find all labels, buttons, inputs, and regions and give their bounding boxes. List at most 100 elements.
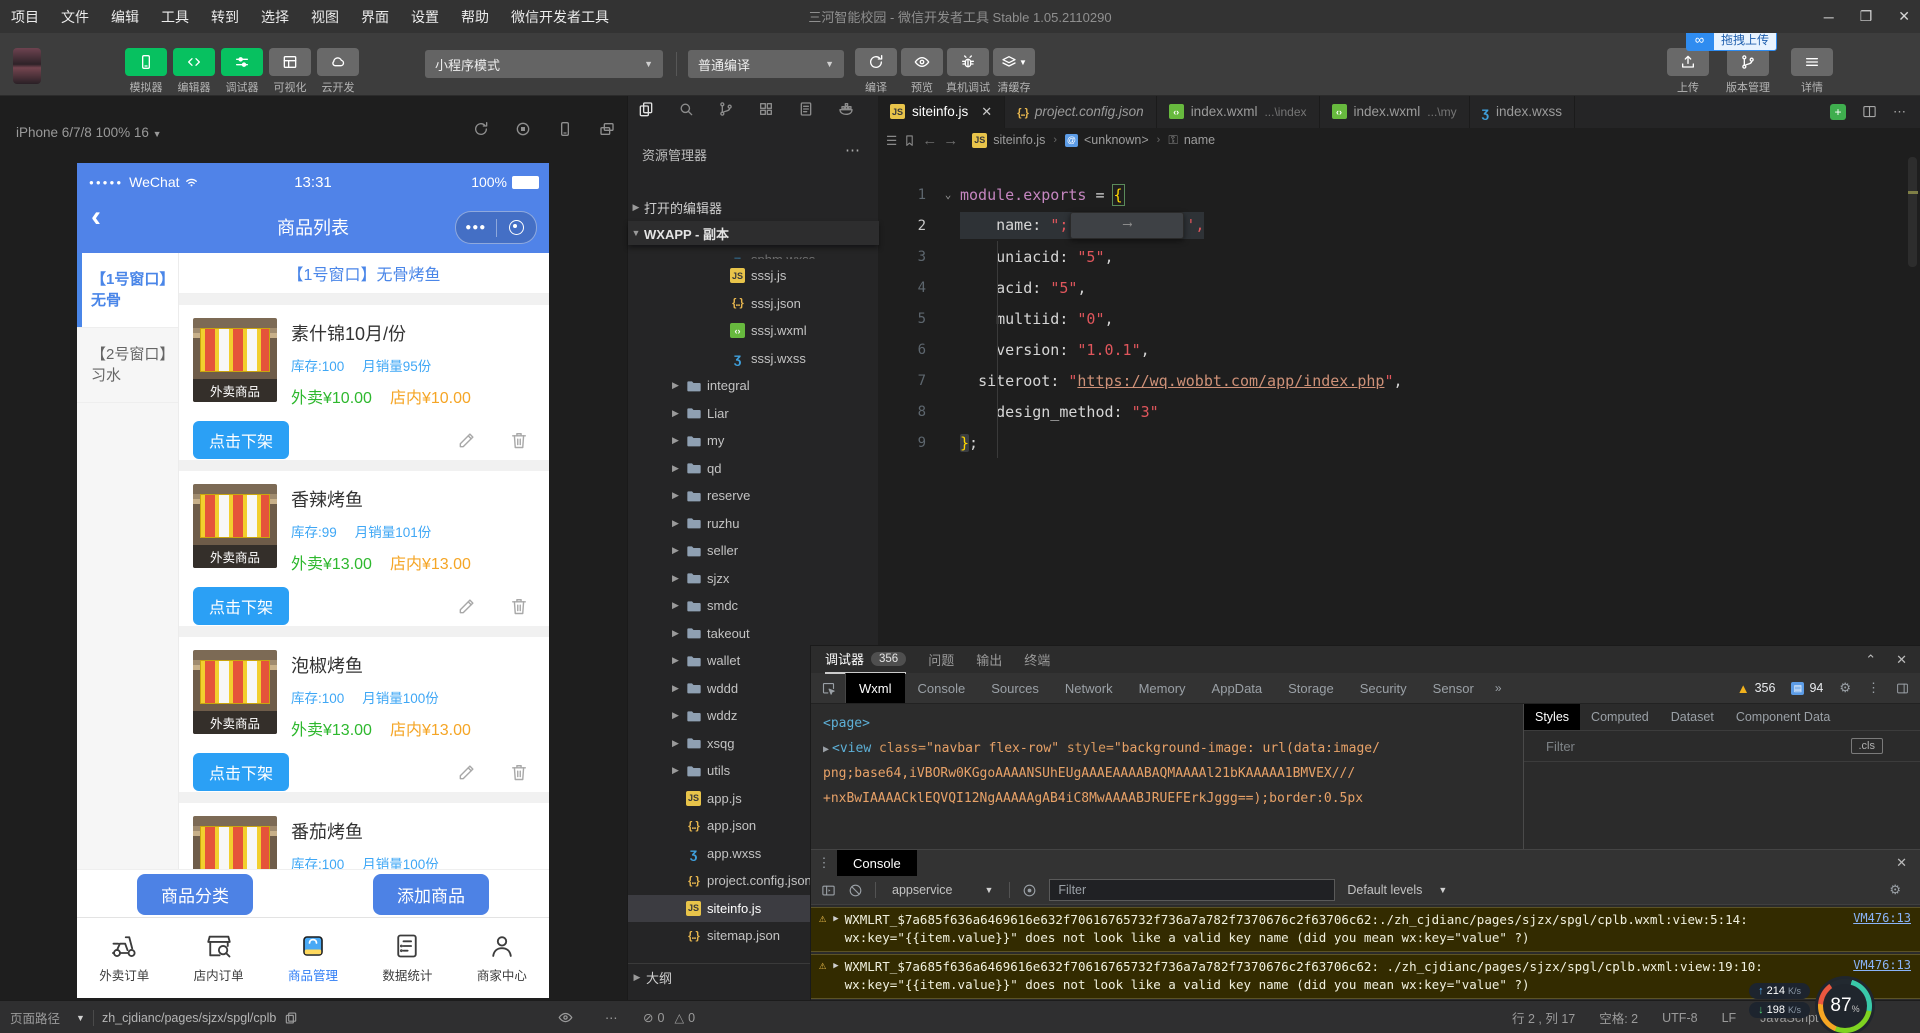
devtools-tab-Sensor[interactable]: Sensor bbox=[1420, 673, 1487, 703]
code-line[interactable]: 1 ⌄ module.exports = { bbox=[878, 179, 1920, 210]
styles-tab-Component Data[interactable]: Component Data bbox=[1725, 704, 1842, 730]
breadcrumb-symbol[interactable]: <unknown> bbox=[1084, 133, 1149, 147]
collapse-panel-icon[interactable]: ⌃ bbox=[1865, 652, 1876, 668]
back-chevron-icon[interactable]: ‹ bbox=[91, 202, 101, 232]
grid-icon[interactable] bbox=[758, 101, 774, 117]
styles-filter-input[interactable]: Filter bbox=[1546, 739, 1575, 754]
styles-tab-Styles[interactable]: Styles bbox=[1524, 704, 1581, 730]
devtools-tab-Storage[interactable]: Storage bbox=[1275, 673, 1347, 703]
more-actions-icon[interactable]: ⋯ bbox=[1893, 104, 1906, 120]
compile-select[interactable]: 普通编译 ▼ bbox=[688, 50, 844, 78]
editor-tab-index.wxss[interactable]: ʒ index.wxss bbox=[1470, 95, 1576, 128]
tabbar-店内订单[interactable]: 店内订单 bbox=[171, 918, 265, 998]
folder-row[interactable]: ▶ ruzhu bbox=[628, 510, 879, 538]
expand-icon[interactable]: ▶ bbox=[833, 961, 838, 994]
console-settings-icon[interactable]: ⚙ bbox=[1889, 882, 1911, 898]
eol-setting[interactable]: LF bbox=[1722, 1011, 1737, 1025]
menu-item-4[interactable]: 工具 bbox=[150, 7, 200, 27]
section-project-root[interactable]: ▼ WXAPP - 副本 bbox=[628, 221, 879, 245]
panel-tab-调试器[interactable]: 调试器 356 bbox=[825, 645, 907, 674]
copy-icon[interactable] bbox=[284, 1011, 298, 1025]
editor-tab-siteinfo.js[interactable]: JS siteinfo.js ✕ bbox=[878, 95, 1006, 128]
fold-icon[interactable]: ⌄ bbox=[936, 188, 960, 201]
tabbar-外卖订单[interactable]: 外卖订单 bbox=[77, 918, 171, 998]
inspect-element-icon[interactable] bbox=[811, 673, 846, 703]
menu-item-9[interactable]: 设置 bbox=[400, 7, 450, 27]
panel-tab-输出[interactable]: 输出 bbox=[976, 646, 1002, 673]
doc-icon[interactable] bbox=[798, 101, 814, 117]
devtools-warning-count[interactable]: ▲ 356 bbox=[1737, 681, 1776, 696]
warning-count[interactable]: △ 0 bbox=[674, 1010, 695, 1026]
devtools-tab-Wxml[interactable]: Wxml bbox=[846, 673, 905, 703]
breadcrumb-member[interactable]: name bbox=[1184, 133, 1215, 147]
console-filter-input[interactable]: Filter bbox=[1049, 879, 1336, 901]
minimize-button[interactable]: ─ bbox=[1824, 9, 1834, 25]
files-icon[interactable] bbox=[638, 101, 654, 117]
file-row[interactable]: JS sssj.js bbox=[628, 262, 879, 290]
close-button[interactable]: ✕ bbox=[1898, 8, 1910, 25]
editor-tab-index.wxml[interactable]: ‹› index.wxml ...\index bbox=[1157, 95, 1320, 128]
menu-item-5[interactable]: 转到 bbox=[200, 7, 250, 27]
devtools-info-count[interactable]: ▤ 94 bbox=[1791, 681, 1823, 695]
mode-select[interactable]: 小程序模式 ▼ bbox=[425, 50, 663, 78]
folder-row[interactable]: ▶ seller bbox=[628, 537, 879, 565]
code-line[interactable]: 9}; bbox=[878, 427, 1920, 458]
tabbar-数据统计[interactable]: 数据统计 bbox=[360, 918, 454, 998]
take-down-button[interactable]: 点击下架 bbox=[193, 587, 290, 625]
split-editor-icon[interactable] bbox=[1862, 104, 1877, 119]
edit-icon[interactable] bbox=[457, 762, 477, 782]
folder-row[interactable]: ▶ Liar bbox=[628, 400, 879, 428]
more-dots-icon[interactable]: ●●● bbox=[456, 222, 496, 233]
code-line[interactable]: 8 design_method: "3" bbox=[878, 396, 1920, 427]
menu-item-6[interactable]: 选择 bbox=[250, 7, 300, 27]
more-tabs-icon[interactable]: » bbox=[1487, 673, 1510, 703]
console-tab[interactable]: Console bbox=[837, 850, 917, 876]
trash-icon[interactable] bbox=[509, 762, 529, 782]
devtools-tab-Memory[interactable]: Memory bbox=[1126, 673, 1199, 703]
menu-item-7[interactable]: 视图 bbox=[300, 7, 350, 27]
menu-item-2[interactable]: 文件 bbox=[50, 7, 100, 27]
code-line[interactable]: 2 name: "; ⟶ ', bbox=[878, 210, 1920, 241]
file-row[interactable]: ʒsphm.wxss bbox=[628, 246, 879, 260]
styles-tab-Dataset[interactable]: Dataset bbox=[1660, 704, 1725, 730]
whale-icon[interactable] bbox=[838, 101, 854, 117]
breadcrumb-file[interactable]: siteinfo.js bbox=[993, 133, 1045, 147]
panel-tab-问题[interactable]: 问题 bbox=[928, 646, 954, 673]
nav-forward-icon[interactable]: → bbox=[943, 132, 958, 149]
menu-item-8[interactable]: 界面 bbox=[350, 7, 400, 27]
multiwindow-icon[interactable] bbox=[599, 121, 615, 137]
add-product-button[interactable]: 添加商品 bbox=[373, 873, 489, 915]
code-line[interactable]: 7 siteroot: "https://wq.wobbt.com/app/in… bbox=[878, 365, 1920, 396]
close-tab-icon[interactable]: ✕ bbox=[981, 104, 992, 120]
levels-select[interactable]: Default levels ▼ bbox=[1347, 883, 1447, 897]
kebab-menu-icon[interactable]: ⋮ bbox=[1867, 680, 1880, 696]
outline-list-icon[interactable]: ☰ bbox=[886, 133, 897, 148]
dock-side-icon[interactable] bbox=[1896, 682, 1909, 695]
capsule-menu[interactable]: ●●● bbox=[455, 211, 537, 244]
toolbar-上传-button[interactable]: 上传 bbox=[1662, 48, 1714, 95]
take-down-button[interactable]: 点击下架 bbox=[193, 421, 290, 459]
devtools-settings-icon[interactable]: ⚙ bbox=[1839, 680, 1851, 696]
device-selector[interactable]: iPhone 6/7/8 100% 16 ▼ bbox=[16, 125, 162, 140]
menu-item-1[interactable]: 项目 bbox=[0, 7, 50, 27]
maximize-button[interactable]: ❐ bbox=[1860, 8, 1873, 25]
menu-item-10[interactable]: 帮助 bbox=[450, 7, 500, 27]
console-warning[interactable]: ⚠ ▶ WXMLRT_$7a685f636a6469616e632f70616765… bbox=[811, 907, 1920, 952]
folder-row[interactable]: ▶ sjzx bbox=[628, 565, 879, 593]
toolbar-清缓存-button[interactable]: ▼ 清缓存 bbox=[984, 48, 1044, 95]
toolbar-详情-button[interactable]: 详情 bbox=[1786, 48, 1838, 95]
toolbar-版本管理-button[interactable]: 版本管理 bbox=[1722, 48, 1774, 95]
section-open-editors[interactable]: ▶ 打开的编辑器 bbox=[628, 195, 879, 219]
close-panel-icon[interactable]: ✕ bbox=[1896, 652, 1907, 668]
page-path-label[interactable]: 页面路径 bbox=[10, 1008, 60, 1027]
avatar[interactable] bbox=[13, 48, 41, 84]
cursor-position[interactable]: 行 2 , 列 17 bbox=[1512, 1008, 1575, 1027]
context-select[interactable]: appservice ▼ bbox=[888, 883, 997, 897]
more-dots-icon[interactable]: ⋯ bbox=[605, 1010, 619, 1025]
code-line[interactable]: 6 version: "1.0.1", bbox=[878, 334, 1920, 365]
devtools-tab-Network[interactable]: Network bbox=[1052, 673, 1126, 703]
category-manage-button[interactable]: 商品分类 bbox=[137, 873, 253, 915]
devtools-tab-AppData[interactable]: AppData bbox=[1199, 673, 1276, 703]
nav-back-icon[interactable]: ← bbox=[922, 132, 937, 149]
toolbar-模拟器-button[interactable]: 模拟器 bbox=[120, 48, 172, 95]
